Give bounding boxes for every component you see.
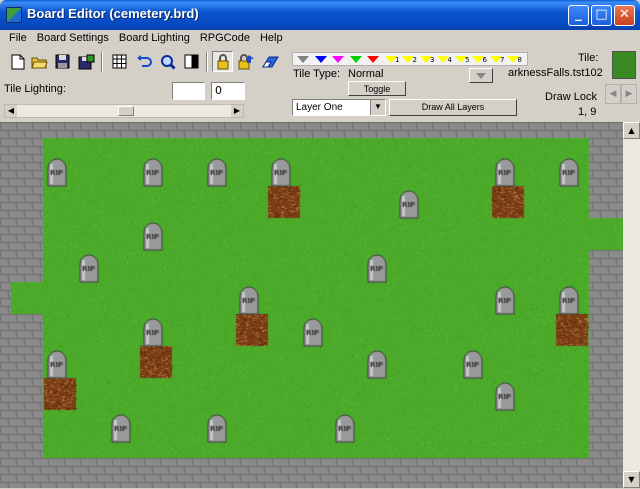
minimize-button[interactable]: _	[568, 5, 589, 26]
scroll-thumb[interactable]	[118, 106, 134, 116]
lock-icon	[216, 54, 230, 70]
open-button[interactable]	[29, 51, 50, 72]
color-marker-icon[interactable]	[350, 56, 362, 63]
menu-help[interactable]: Help	[255, 30, 288, 48]
save-icon	[55, 54, 70, 69]
open-folder-icon	[31, 55, 48, 69]
lighting-value-b-field[interactable]: 0	[211, 82, 245, 100]
zoom-button[interactable]	[157, 51, 178, 72]
layer-select[interactable]: Layer One ▼	[292, 99, 386, 116]
color-strip[interactable]: 1 2 3 4 5 6 7 8	[292, 52, 528, 66]
tile-lighting-label: Tile Lighting:	[4, 83, 66, 95]
color-marker-icon[interactable]	[367, 56, 379, 63]
lighting-scrollbar[interactable]: ◀ ▶	[4, 104, 244, 118]
toggle-button[interactable]: Toggle	[348, 81, 406, 96]
lighting-value-a-field[interactable]	[172, 82, 205, 100]
title-bar[interactable]: Board Editor (cemetery.brd) _ □ ✕	[0, 0, 640, 30]
menu-file[interactable]: File	[4, 30, 32, 48]
color-marker-number: 4	[448, 56, 452, 64]
lock-arrow-button[interactable]	[236, 51, 257, 72]
board-canvas-area[interactable]	[0, 122, 626, 488]
color-marker-icon[interactable]	[332, 56, 344, 63]
draw-lock-label: Draw Lock	[545, 91, 597, 103]
color-marker-number: 6	[483, 56, 487, 64]
menu-board-lighting[interactable]: Board Lighting	[114, 30, 195, 48]
save-button[interactable]	[52, 51, 73, 72]
tile-type-label: Tile Type:	[293, 68, 340, 80]
menu-board-settings[interactable]: Board Settings	[32, 30, 114, 48]
board-vertical-scrollbar[interactable]: ▲ ▼	[623, 122, 640, 488]
color-marker-icon[interactable]	[315, 56, 327, 63]
undo-icon	[136, 54, 152, 69]
tile-label: Tile:	[578, 52, 598, 64]
undo-button[interactable]	[133, 51, 154, 72]
draw-all-layers-button[interactable]: Draw All Layers	[389, 99, 517, 116]
toolbar-separator	[101, 52, 103, 72]
scroll-left-icon[interactable]: ◀	[5, 105, 17, 117]
window-title: Board Editor (cemetery.brd)	[27, 6, 199, 21]
color-marker-number: 8	[518, 56, 522, 64]
lock-arrow-icon	[238, 54, 255, 70]
eraser-button[interactable]	[260, 51, 281, 72]
menu-rpgcode[interactable]: RPGCode	[195, 30, 255, 48]
board-editor-window: Board Editor (cemetery.brd) _ □ ✕ File B…	[0, 0, 640, 489]
lock-button[interactable]	[212, 51, 233, 72]
tile-preview	[612, 51, 636, 79]
color-marker-number: 1	[395, 56, 399, 64]
tile-filename: arknessFalls.tst102	[508, 67, 603, 79]
draw-lock-coords: 1, 9	[578, 106, 596, 118]
tile-type-value: Normal	[348, 68, 383, 80]
save-as-icon	[78, 54, 95, 70]
layer-select-value: Layer One	[296, 102, 343, 113]
scroll-up-icon[interactable]: ▲	[623, 122, 640, 139]
chevron-down-icon[interactable]: ▼	[370, 100, 385, 115]
color-marker-number: 2	[413, 56, 417, 64]
color-marker-icon[interactable]	[297, 56, 309, 63]
tile-scroll-right-icon[interactable]: ▶	[621, 84, 637, 104]
board-map[interactable]	[0, 122, 626, 488]
chevron-down-icon	[475, 72, 487, 80]
save-as-button[interactable]	[76, 51, 97, 72]
app-icon	[6, 7, 22, 23]
new-file-button[interactable]	[7, 51, 28, 72]
close-button[interactable]: ✕	[614, 5, 635, 26]
menu-bar: File Board Settings Board Lighting RPGCo…	[4, 30, 636, 48]
zoom-icon	[160, 54, 176, 70]
tile-scroll-left-icon[interactable]: ◀	[605, 84, 621, 104]
color-marker-number: 5	[465, 56, 469, 64]
grid-icon	[112, 54, 127, 69]
eraser-icon	[262, 55, 280, 69]
scroll-down-icon[interactable]: ▼	[623, 471, 640, 488]
contrast-icon	[184, 54, 199, 69]
color-marker-number: 3	[430, 56, 434, 64]
tile-dropdown-button[interactable]	[469, 68, 493, 83]
color-marker-number: 7	[500, 56, 504, 64]
contrast-button[interactable]	[181, 51, 202, 72]
scroll-right-icon[interactable]: ▶	[231, 105, 243, 117]
new-file-icon	[11, 54, 25, 70]
maximize-button[interactable]: □	[591, 5, 612, 26]
grid-button[interactable]	[109, 51, 130, 72]
toolbar-separator	[206, 52, 208, 72]
